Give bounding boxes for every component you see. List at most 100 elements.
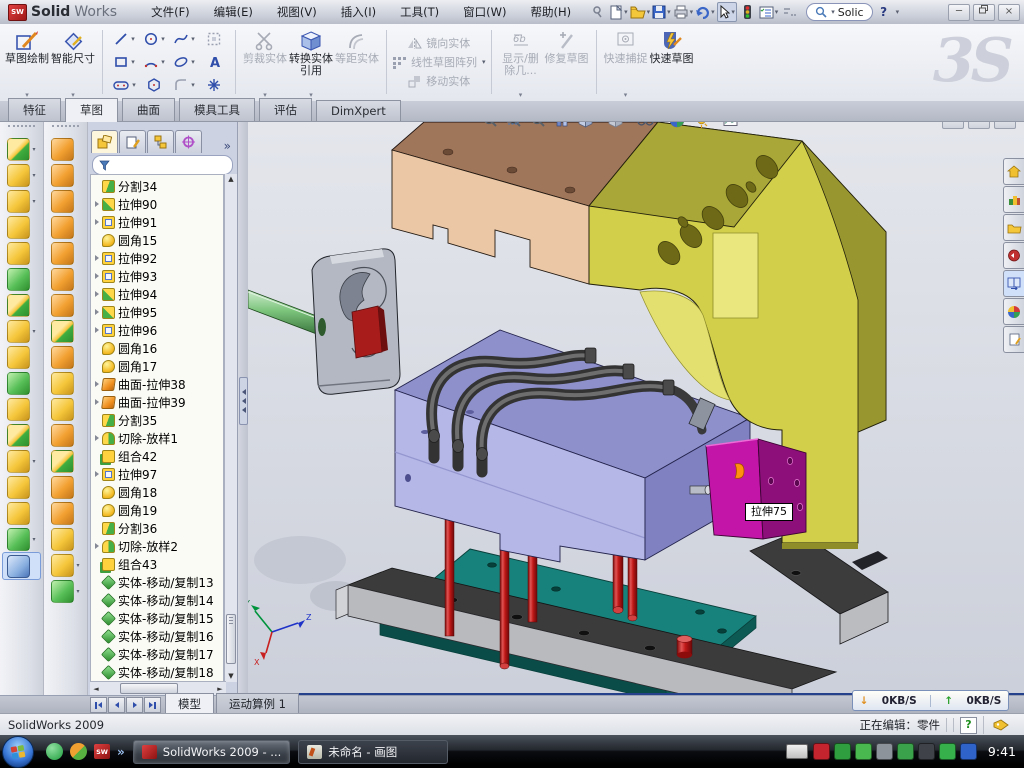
feature-tree-item[interactable]: 拉伸92 xyxy=(91,249,223,267)
undo-icon[interactable]: ▾ xyxy=(695,3,715,21)
feature-tree-item[interactable]: 拉伸93 xyxy=(91,267,223,285)
sketch-fillet-tool[interactable]: ▾ xyxy=(169,77,199,93)
doc-restore-button[interactable] xyxy=(968,122,990,129)
next-tab-icon[interactable] xyxy=(126,697,143,713)
feature-tree-item[interactable]: 圆角16 xyxy=(91,339,223,357)
rectangle-tool[interactable]: ▾ xyxy=(109,54,139,70)
expand-arrow-icon[interactable] xyxy=(95,381,99,387)
expand-arrow-icon[interactable] xyxy=(95,543,99,549)
zoom-in-out-icon[interactable] xyxy=(528,122,549,131)
feature-tree-item[interactable]: 圆角18 xyxy=(91,483,223,501)
tree-filter-box[interactable] xyxy=(92,155,233,175)
menu-item[interactable]: 帮助(H) xyxy=(518,1,583,23)
split-body[interactable]: ▾ xyxy=(0,396,43,422)
tag-icon[interactable] xyxy=(993,719,1009,731)
scroll-up-icon[interactable]: ▲ xyxy=(225,174,237,185)
command-tab[interactable]: 草图 xyxy=(65,98,118,122)
ellipse-tool[interactable]: ▾ xyxy=(169,54,199,70)
text-tool[interactable]: A xyxy=(199,54,229,70)
new-document-icon[interactable]: ▾ xyxy=(609,3,628,21)
view-settings-icon[interactable]: ▾ xyxy=(720,122,747,130)
feature-manager-tab[interactable] xyxy=(91,130,118,153)
dimxpert-manager-tab[interactable] xyxy=(175,130,202,153)
expand-arrow-icon[interactable] xyxy=(95,201,99,207)
view-palette-tab[interactable] xyxy=(1003,270,1024,297)
edit-appearance-icon[interactable] xyxy=(666,122,688,131)
offset-entities-button[interactable]: 等距实体 xyxy=(334,26,380,99)
property-manager-tab[interactable] xyxy=(119,130,146,153)
feature-tree-item[interactable]: 切除-放样1 xyxy=(91,429,223,447)
health-icon[interactable] xyxy=(939,743,956,760)
linear-pattern[interactable]: ▾ xyxy=(0,318,43,344)
surface-curves[interactable]: ▾ xyxy=(44,578,87,604)
doc-minimize-button[interactable]: ─ xyxy=(942,122,964,129)
feature-tree-item[interactable]: 拉伸90 xyxy=(91,195,223,213)
ruled-surface[interactable]: ▾ xyxy=(44,188,87,214)
feature-tree-item[interactable]: 拉伸95 xyxy=(91,303,223,321)
feature-tree-item[interactable]: 实体-移动/复制16 xyxy=(91,627,223,645)
usb-device-icon[interactable] xyxy=(897,743,914,760)
last-tab-icon[interactable] xyxy=(144,697,161,713)
help-icon[interactable]: ? xyxy=(875,3,893,21)
solidworks-search-tab[interactable] xyxy=(1003,242,1024,269)
taskbar-button[interactable]: 未命名 - 画图 xyxy=(298,740,448,764)
knit-surface[interactable]: ▾ xyxy=(44,370,87,396)
messenger-quicklaunch-icon[interactable] xyxy=(46,743,63,760)
line-tool[interactable]: ▾ xyxy=(109,31,139,47)
taskbar-button[interactable]: SolidWorks 2009 - ... xyxy=(133,740,291,764)
feature-tree-item[interactable]: 曲面-拉伸38 xyxy=(91,375,223,393)
command-tab[interactable]: 特征 xyxy=(8,98,61,121)
document-tab[interactable]: 模型 xyxy=(165,693,214,714)
circle-tool[interactable]: ▾ xyxy=(139,31,169,47)
scroll-down-icon[interactable]: ▼ xyxy=(225,671,237,682)
expand-arrow-icon[interactable] xyxy=(95,309,99,315)
scroll-thumb[interactable] xyxy=(226,614,236,664)
expand-arrow-icon[interactable] xyxy=(95,327,99,333)
menu-item[interactable]: 文件(F) xyxy=(139,1,202,23)
swept-surface[interactable]: ▾ xyxy=(44,136,87,162)
first-tab-icon[interactable] xyxy=(90,697,107,713)
taskbar-clock[interactable]: 9:41 xyxy=(988,744,1016,759)
fillet[interactable]: ▾ xyxy=(0,188,43,214)
smart-dimension-button[interactable]: 智能尺寸▾ xyxy=(50,26,96,99)
feature-tree-item[interactable]: 实体-移动/复制18 xyxy=(91,663,223,681)
restore-button[interactable] xyxy=(973,4,995,21)
toolbar-grip[interactable] xyxy=(52,125,79,133)
mirror-entities-button[interactable]: 镜向实体 xyxy=(407,35,470,51)
expand-arrow-icon[interactable] xyxy=(95,399,99,405)
solidworks-quicklaunch-icon[interactable]: SW xyxy=(94,744,110,759)
volume-icon[interactable] xyxy=(876,743,893,760)
search-box[interactable]: ▾ Solic xyxy=(806,3,872,21)
planar-surface[interactable]: ▾ xyxy=(44,292,87,318)
save-icon[interactable]: ▾ xyxy=(652,3,671,21)
apply-scene-icon[interactable]: ▾ xyxy=(691,122,718,131)
expand-arrow-icon[interactable] xyxy=(95,471,99,477)
toolbar-overflow-icon[interactable] xyxy=(780,3,798,21)
graphics-area[interactable]: Y Z X ▾ ▾ ▾ ▾ ▾ ─ × xyxy=(248,122,1024,695)
revolved-surface[interactable]: ▾ xyxy=(44,162,87,188)
menu-item[interactable]: 编辑(E) xyxy=(202,1,265,23)
move-copy-bodies[interactable]: ▾ xyxy=(0,422,43,448)
dome[interactable]: ▾ xyxy=(0,474,43,500)
split[interactable]: ▾ xyxy=(0,370,43,396)
extend-surface[interactable]: ▾ xyxy=(44,422,87,448)
expand-arrow-icon[interactable] xyxy=(95,219,99,225)
keyboard-layout-icon[interactable] xyxy=(786,744,808,759)
feature-tree-item[interactable]: 实体-移动/复制14 xyxy=(91,591,223,609)
trim-entities-button[interactable]: 剪裁实体▾ xyxy=(242,26,288,99)
minimize-button[interactable]: ─ xyxy=(948,4,970,21)
extruded-boss[interactable]: ▾ xyxy=(0,136,43,162)
command-tab[interactable]: 评估 xyxy=(259,98,312,121)
select-tool[interactable]: ▾ xyxy=(717,2,737,22)
scroll-right-icon[interactable]: ► xyxy=(214,685,226,693)
feature-tree-item[interactable]: 曲面-拉伸39 xyxy=(91,393,223,411)
print-icon[interactable]: ▾ xyxy=(673,3,694,21)
rebuild-icon[interactable] xyxy=(739,3,757,21)
configuration-manager-tab[interactable] xyxy=(147,130,174,153)
section-view-icon[interactable] xyxy=(552,122,572,130)
draft[interactable]: ▾ xyxy=(0,292,43,318)
warning-icon[interactable] xyxy=(918,743,935,760)
repair-sketch-button[interactable]: 修复草图 xyxy=(544,26,590,99)
offset-surface[interactable]: ▾ xyxy=(44,318,87,344)
filled-surface[interactable]: ▾ xyxy=(44,266,87,292)
